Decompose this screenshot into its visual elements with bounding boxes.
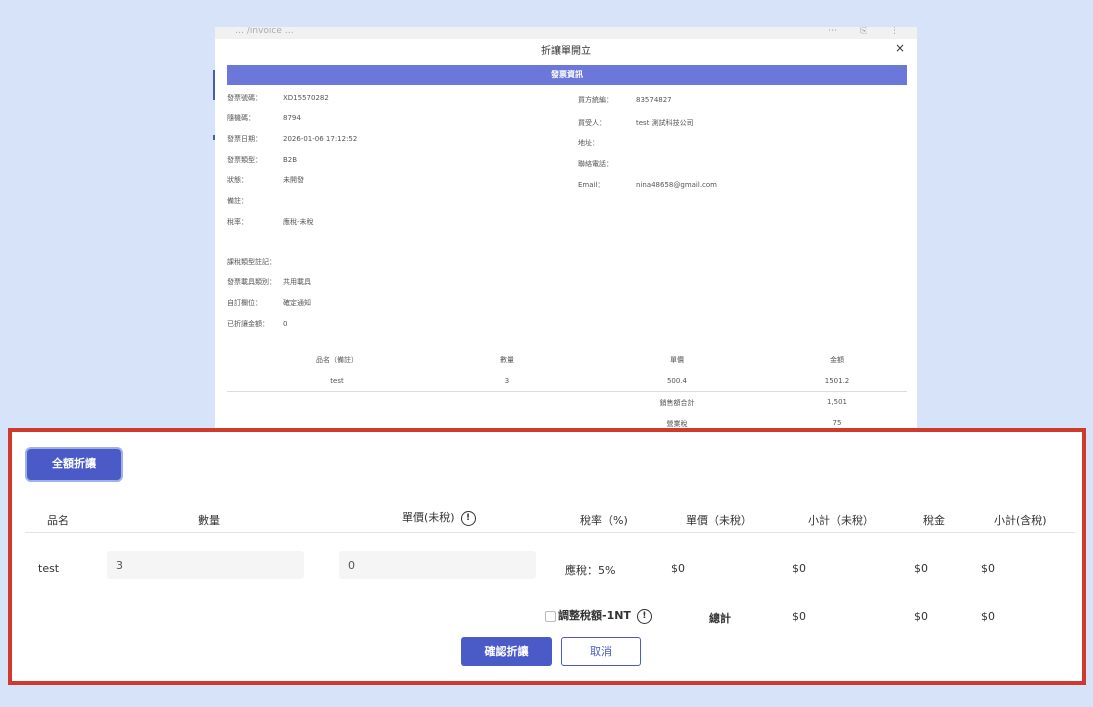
row-tax-rate: 應稅：5% bbox=[565, 564, 616, 577]
total-tax: $0 bbox=[914, 610, 928, 623]
window-controls: ⋯ ⎘ ⋮ bbox=[828, 27, 909, 36]
header-subtotal-tax: 小計(含稅) bbox=[994, 514, 1047, 527]
header-unit-price-notax: 單價（未稅） bbox=[686, 514, 752, 527]
header-tax: 稅金 bbox=[923, 514, 945, 527]
info-row: 課稅類型註記： bbox=[227, 258, 276, 266]
url-text: … /invoice … bbox=[235, 27, 294, 36]
info-icon[interactable]: ! bbox=[460, 510, 476, 526]
info-row: 隨機碼： 8794 bbox=[227, 114, 301, 122]
info-row: 備註： bbox=[227, 197, 248, 205]
unit-price-input[interactable] bbox=[339, 551, 536, 579]
info-row: 地址： bbox=[578, 139, 599, 147]
info-row: 發票載具類別： 共用載具 bbox=[227, 278, 311, 286]
header-tax-rate: 稅率（%) bbox=[580, 514, 628, 527]
close-icon[interactable]: × bbox=[895, 41, 905, 55]
row-tax: $0 bbox=[914, 562, 928, 575]
invoice-info-header: 發票資訊 bbox=[227, 65, 907, 85]
info-row: 聯絡電話： bbox=[578, 160, 613, 168]
info-row: 自訂欄位： 確定通知 bbox=[227, 299, 311, 307]
full-discount-button[interactable]: 全額折讓 bbox=[27, 449, 121, 480]
header-name: 品名 bbox=[47, 514, 69, 527]
confirm-discount-button[interactable]: 確認折讓 bbox=[461, 637, 552, 666]
total-label: 總計 bbox=[709, 612, 731, 625]
info-row: 買方統編： 83574827 bbox=[578, 96, 672, 104]
modal-title: 折讓單開立 bbox=[541, 46, 591, 57]
header-unit-price: 單價(未稅)! bbox=[402, 509, 476, 526]
info-row: 買受人： test 測試科技公司 bbox=[578, 119, 694, 127]
info-row: 發票號碼： XD15570282 bbox=[227, 94, 329, 102]
header-qty: 數量 bbox=[198, 514, 220, 527]
info-icon[interactable]: ! bbox=[636, 608, 652, 624]
cancel-button[interactable]: 取消 bbox=[561, 637, 641, 666]
adjust-tax-checkbox[interactable] bbox=[545, 611, 556, 622]
total-subtotal-notax: $0 bbox=[792, 610, 806, 623]
header-subtotal-notax: 小計（未稅） bbox=[808, 514, 874, 527]
info-row: 發票日期： 2026-01-06 17:12:52 bbox=[227, 135, 358, 143]
discount-panel: 全額折讓 品名 數量 單價(未稅)! 稅率（%) 單價（未稅） 小計（未稅） 稅… bbox=[8, 428, 1086, 685]
quantity-input[interactable] bbox=[107, 551, 304, 579]
total-subtotal-tax: $0 bbox=[981, 610, 995, 623]
invoice-detail-modal: … /invoice … ⋯ ⎘ ⋮ 折讓單開立 × 發票資訊 發票號碼： XD1… bbox=[215, 27, 917, 437]
info-row: 已折讓金額： 0 bbox=[227, 320, 288, 328]
divider bbox=[227, 391, 907, 392]
adjust-tax-label: 調整稅額-1NT! bbox=[558, 607, 652, 624]
info-row: Email： nina48658@gmail.com bbox=[578, 181, 717, 189]
header-divider bbox=[25, 532, 1075, 533]
info-row: 狀態： 未開發 bbox=[227, 176, 304, 184]
row-subtotal-tax: $0 bbox=[981, 562, 995, 575]
browser-url-bar: … /invoice … ⋯ ⎘ ⋮ bbox=[215, 27, 917, 39]
row-name: test bbox=[38, 562, 60, 575]
info-row: 稅率： 應稅-未稅 bbox=[227, 218, 314, 226]
info-row: 發票類型： B2B bbox=[227, 156, 298, 164]
row-subtotal-notax: $0 bbox=[792, 562, 806, 575]
row-unit-price-notax: $0 bbox=[671, 562, 685, 575]
